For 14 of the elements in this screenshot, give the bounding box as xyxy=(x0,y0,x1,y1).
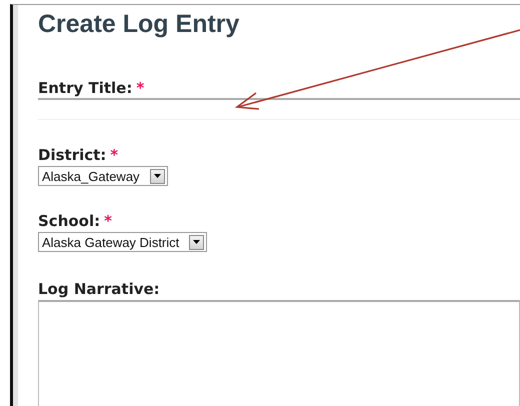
dropdown[interactable]: Alaska_Gateway xyxy=(38,166,168,186)
narrative-field[interactable] xyxy=(38,300,520,406)
field-label: Entry Title: xyxy=(38,79,132,97)
page-title: Create Log Entry xyxy=(38,9,240,39)
required-asterisk: * xyxy=(110,146,118,164)
entry-title-field[interactable] xyxy=(38,98,520,120)
field-label: District: xyxy=(38,146,106,164)
dropdown-caret-icon[interactable] xyxy=(150,168,165,184)
field-label: Log Narrative: xyxy=(38,280,160,298)
required-asterisk: * xyxy=(136,79,144,97)
required-asterisk: * xyxy=(104,212,112,230)
dropdown-caret-icon[interactable] xyxy=(189,234,204,250)
dropdown[interactable]: Alaska Gateway District xyxy=(38,232,208,252)
field-label: School: xyxy=(38,212,100,230)
